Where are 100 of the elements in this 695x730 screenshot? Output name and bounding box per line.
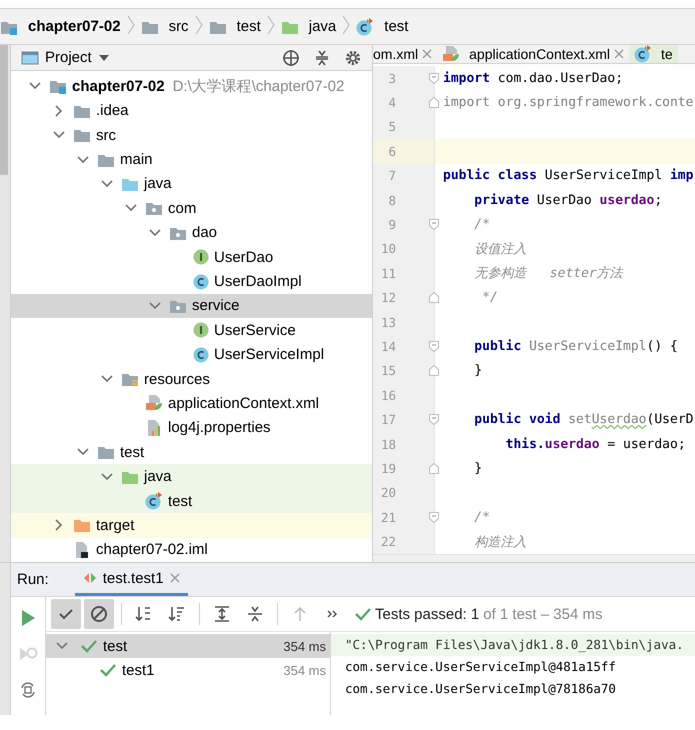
folder-icon [97,444,115,460]
collapse-icon[interactable] [314,48,330,67]
editor-tab[interactable]: te [628,45,678,63]
expand-all-icon [212,604,232,624]
fold-marker-icon[interactable] [429,414,439,426]
tree-row[interactable]: main [11,147,372,172]
editor-tab[interactable]: om.xml [373,45,438,63]
tree-row[interactable]: test [11,440,372,464]
breadcrumb[interactable]: test [384,18,408,35]
test-duration: 354 ms [283,638,326,654]
folder-icon [73,127,91,144]
tree-item-label: dao [192,224,218,242]
tree-row[interactable]: log4j.properties [11,416,372,440]
code-line: 设值注入 [473,240,526,258]
dropdown-icon[interactable] [98,54,110,62]
separator-icon [194,15,203,35]
show-passed-button[interactable] [51,599,81,629]
tree-row[interactable]: applicationContext.xml [11,391,372,416]
tree-row[interactable]: src [11,122,372,148]
tree-row[interactable]: target [11,513,372,538]
folder-icon [73,517,91,534]
tree-row[interactable]: chapter07-02.iml [11,538,372,562]
tree-item-label: test [120,444,144,461]
tree-item-label: main [120,151,153,168]
panel-title[interactable]: Project [45,49,92,66]
tree-row[interactable]: UserService [11,318,372,342]
tree-row[interactable]: test [11,488,372,514]
test-class-icon [145,492,163,510]
test-name: test1 [122,662,155,678]
locate-icon[interactable] [282,48,300,67]
editor-tab[interactable]: applicationContext.xml [437,45,629,63]
close-icon[interactable] [614,49,624,59]
interface-icon [193,322,209,338]
tree-row[interactable]: service [11,294,372,318]
tree-row[interactable]: com [11,196,372,221]
test-row[interactable]: test1 354 ms [46,658,330,682]
show-ignored-button[interactable] [84,599,114,629]
line-number: 14 [380,338,396,354]
fold-marker-icon[interactable] [429,365,439,376]
fold-marker-icon[interactable] [429,72,439,84]
line-number: 13 [380,314,396,330]
tree-row[interactable]: UserServiceImpl [11,342,372,367]
project-path: D:\大学课程\chapter07-02 [172,76,344,96]
tree-item-label: test [168,492,192,510]
tree-item-label: applicationContext.xml [168,394,319,412]
close-icon[interactable] [422,49,432,59]
tree-row[interactable]: dao [11,220,372,245]
tree-item-label: java [144,175,172,192]
class-icon [193,346,209,363]
code-line: public class UserServiceImpl imp [443,168,694,184]
line-number: 18 [380,436,396,452]
tree-row[interactable]: java [11,172,372,196]
tree-item-label: log4j.properties [168,419,271,436]
tree-row[interactable]: java [11,464,372,489]
test-name: test [103,638,128,654]
line-number: 11 [380,266,396,281]
tree-row[interactable]: UserDao [11,244,372,270]
run-tab[interactable]: test.test1 [74,563,188,596]
test-row[interactable]: test 354 ms [46,634,330,658]
code-line: public UserServiceImpl() { [473,338,678,354]
fold-marker-icon[interactable] [429,292,439,304]
test-duration: 354 ms [283,662,326,678]
fold-marker-icon[interactable] [429,512,439,523]
tree-row[interactable]: UserDaoImpl [11,269,372,294]
line-number: 10 [380,241,396,256]
line-number: 17 [380,412,396,428]
tree-row[interactable]: chapter07-02 D:\大学课程\chapter07-02 [11,74,372,99]
line-number: 9 [387,217,396,232]
code-line: import com.dao.UserDao; [443,70,624,86]
tree-row[interactable]: .idea [11,98,372,123]
tree-item-label: service [192,297,240,314]
line-number: 7 [387,168,396,184]
package-icon [145,200,163,216]
breadcrumb[interactable]: test [236,18,261,35]
line-number: 16 [380,388,396,403]
code-line: /* [473,510,490,525]
code-line: /* [473,217,490,232]
fold-marker-icon[interactable] [429,97,439,108]
fold-marker-icon[interactable] [429,219,439,230]
code-line: this.userdao = userdao; [504,436,686,452]
breadcrumb[interactable]: src [168,18,189,35]
test-class-icon [634,45,652,63]
line-number: 22 [380,534,396,550]
test-class-icon [356,18,374,36]
settings-icon[interactable] [344,48,362,67]
close-icon[interactable] [170,573,180,583]
line-number: 5 [387,119,396,134]
tree-item-label: chapter07-02.iml [96,541,208,558]
tree-item-label: chapter07-02 [72,78,165,95]
line-number: 8 [387,192,396,208]
line-number: 12 [380,290,396,306]
fold-marker-icon[interactable] [429,340,439,352]
breadcrumb[interactable]: chapter07-02 [28,18,121,35]
separator-icon [266,15,275,35]
line-number: 6 [387,144,396,159]
breadcrumb[interactable]: java [308,18,336,35]
line-number: 21 [380,510,396,525]
fold-marker-icon[interactable] [429,462,439,474]
tree-row[interactable]: resources [11,366,372,392]
panel-title: Run: [17,571,49,588]
